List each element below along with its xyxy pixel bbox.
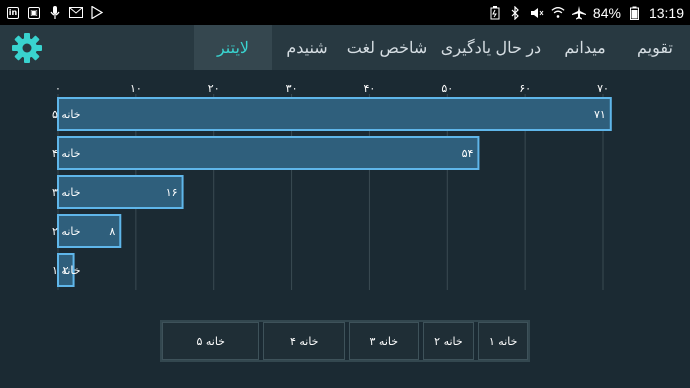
legend-item-box-4[interactable]: خانه ۴ [263, 322, 345, 360]
status-bar: in ▣ 84% 13:19 [0, 0, 690, 25]
tab-leitner[interactable]: لایتنر [194, 25, 272, 70]
data-label: ۲ [63, 264, 69, 277]
x-tick-label: ۶۰ [519, 82, 531, 95]
tab-learning[interactable]: در حال یادگیری [432, 25, 550, 70]
x-tick-label: ۲۰ [208, 82, 220, 95]
photo-icon: ▣ [27, 6, 41, 20]
notification-icons: in ▣ [6, 5, 104, 20]
category-label: خانه ۳ [52, 186, 81, 199]
tab-bar: تقویم میدانم در حال یادگیری شاخص لغت شنی… [162, 25, 690, 70]
tab-heard[interactable]: شنیدم [272, 25, 342, 70]
x-tick-label: ۴۰ [364, 82, 376, 95]
microphone-icon [48, 5, 62, 20]
x-tick-label: ۷۰ [597, 82, 609, 95]
category-label: خانه ۴ [52, 147, 81, 160]
battery-saver-icon [488, 5, 502, 20]
legend-item-box-5[interactable]: خانه ۵ [162, 322, 260, 360]
data-label: ۱۶ [166, 186, 178, 199]
system-icons: 84% 13:19 [488, 5, 684, 21]
x-tick-label: ۳۰ [286, 82, 298, 95]
bluetooth-icon [509, 5, 523, 20]
data-label: ۷۱ [594, 108, 606, 121]
tab-known[interactable]: میدانم [550, 25, 620, 70]
battery-icon [628, 6, 642, 20]
data-label: ۸ [109, 225, 115, 238]
play-store-icon [90, 6, 104, 20]
data-label: ۵۴ [462, 147, 474, 160]
legend-item-box-1[interactable]: خانه ۱ [478, 322, 528, 360]
top-navigation-bar: تقویم میدانم در حال یادگیری شاخص لغت شنی… [0, 25, 690, 70]
x-tick-label: ۱۰ [130, 82, 142, 95]
email-icon [69, 6, 83, 20]
legend-item-box-2[interactable]: خانه ۲ [422, 322, 475, 360]
leitner-bar-chart: ۰ ۱۰ ۲۰ ۳۰ ۴۰ ۵۰ ۶۰ ۷۰ خانه ۵ ۷۱ خانه ۴ ۵۴ خانه ۳ ۱۶ خ… [52, 82, 612, 290]
gear-icon [12, 33, 42, 63]
legend-item-box-3[interactable]: خانه ۳ [348, 322, 419, 360]
mute-icon [530, 6, 544, 20]
clock: 13:19 [648, 4, 684, 21]
wifi-icon [551, 6, 565, 20]
settings-button[interactable] [8, 29, 46, 67]
battery-level: 84% [592, 4, 621, 21]
bar [57, 136, 480, 170]
tab-word-index[interactable]: شاخص لغت [342, 25, 432, 70]
category-label: خانه ۵ [52, 108, 81, 121]
bar [57, 97, 612, 131]
x-tick-label: ۰ [55, 82, 61, 95]
x-tick-label: ۵۰ [441, 82, 453, 95]
tab-calendar[interactable]: تقویم [620, 25, 690, 70]
chart-legend: خانه ۱ خانه ۲ خانه ۳ خانه ۴ خانه ۵ [160, 320, 530, 362]
airplane-icon [571, 5, 586, 20]
category-label: خانه ۲ [52, 225, 81, 238]
linkedin-icon: in [7, 6, 19, 19]
